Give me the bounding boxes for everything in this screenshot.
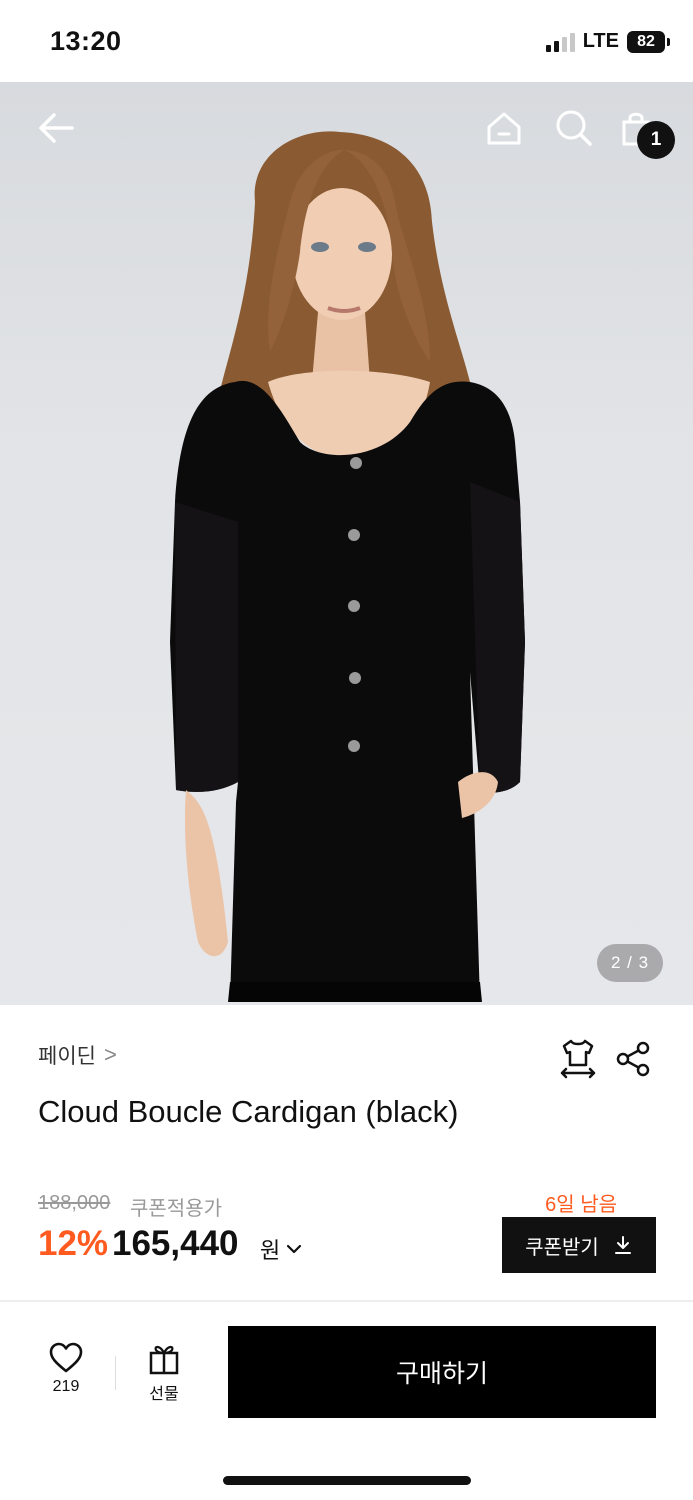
arrow-left-icon: [39, 113, 74, 143]
back-button[interactable]: [34, 106, 78, 150]
home-icon: [487, 112, 521, 145]
discount-rate: 12%: [38, 1224, 109, 1263]
product-photo: [170, 131, 525, 1002]
share-icon: [616, 1041, 650, 1077]
final-price: 165,440: [112, 1224, 239, 1263]
signal-icon: [545, 32, 575, 52]
battery-icon: 82: [627, 30, 670, 53]
like-button[interactable]: 219: [40, 1342, 92, 1396]
currency-unit: 원: [260, 1238, 281, 1263]
brand-name: 페이딘: [38, 1045, 96, 1068]
size-fit-icon: [560, 1039, 596, 1079]
product-image-gallery[interactable]: 2 / 3: [0, 82, 693, 1005]
network-type: LTE: [582, 30, 619, 52]
status-indicators: LTE 82: [545, 30, 670, 53]
status-time: 13:20: [50, 26, 122, 56]
top-navigation: [0, 82, 693, 182]
cart-count-badge: 1: [637, 121, 675, 159]
chevron-down-icon: [287, 1244, 302, 1254]
status-bar: 13:20 LTE 82: [0, 0, 693, 82]
chevron-right-icon: >: [103, 1042, 117, 1067]
home-button[interactable]: [482, 106, 526, 150]
search-icon: [556, 110, 592, 146]
gift-icon: [149, 1345, 179, 1375]
search-button[interactable]: [552, 106, 596, 150]
divider: [0, 1300, 693, 1302]
brand-link[interactable]: 페이딘 >: [38, 1040, 117, 1070]
download-icon: [614, 1236, 631, 1254]
home-indicator: [223, 1476, 471, 1485]
share-button[interactable]: [614, 1039, 654, 1079]
get-coupon-button[interactable]: 쿠폰받기: [502, 1217, 656, 1273]
coupon-days-left: 6일 남음: [545, 1194, 617, 1216]
gift-label: 선물: [149, 1386, 179, 1403]
coupon-price-label: 쿠폰적용가: [130, 1198, 222, 1220]
buy-button[interactable]: 구매하기: [228, 1326, 656, 1418]
heart-icon: [49, 1342, 83, 1373]
size-fit-button[interactable]: [558, 1037, 598, 1079]
bottom-divider: [115, 1356, 116, 1390]
like-count: 219: [52, 1378, 80, 1395]
image-counter: 2 / 3: [597, 944, 663, 982]
gift-button[interactable]: 선물: [138, 1342, 190, 1404]
original-price: 188,000: [38, 1192, 111, 1214]
product-title: Cloud Boucle Cardigan (black): [38, 1094, 459, 1129]
price-detail-toggle[interactable]: 원: [260, 1233, 302, 1265]
get-coupon-label: 쿠폰받기: [525, 1236, 599, 1259]
